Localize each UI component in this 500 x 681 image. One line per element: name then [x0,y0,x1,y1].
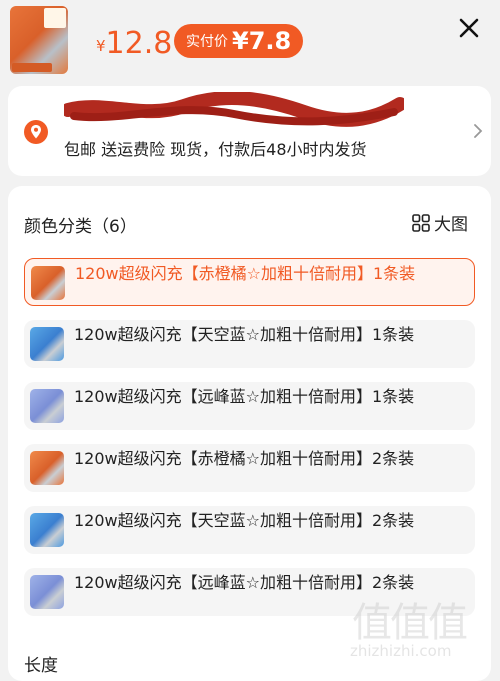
option-label: 120w超级闪充【赤橙橘☆加粗十倍耐用】2条装 [74,449,415,468]
color-category-title: 颜色分类（6） [24,217,137,237]
option-item[interactable]: 120w超级闪充【赤橙橘☆加粗十倍耐用】2条装 [24,444,475,492]
watermark-glyphs: 值值值 [352,600,468,646]
option-thumbnail [30,451,64,485]
address-card[interactable]: 包邮 送运费险 现货，付款后48小时内发货 [8,86,491,176]
original-price: ¥12.8 [96,26,172,61]
big-view-label: 大图 [434,215,468,235]
thumbnail-banner [12,63,52,72]
option-thumbnail [30,389,64,423]
big-view-button[interactable]: 大图 [412,210,468,235]
option-item[interactable]: 120w超级闪充【天空蓝☆加粗十倍耐用】2条装 [24,506,475,554]
watermark: 值值值 zhizhizhi.com [348,590,498,670]
option-thumbnail [30,327,64,361]
watermark-url: zhizhizhi.com [350,642,452,660]
option-item[interactable]: 120w超级闪充【赤橙橘☆加粗十倍耐用】1条装 [24,258,475,306]
actual-price-currency: ¥ [232,27,249,55]
thumbnail-badge [44,8,66,28]
product-thumbnail[interactable] [10,6,68,74]
option-label: 120w超级闪充【赤橙橘☆加粗十倍耐用】1条装 [75,264,416,283]
actual-price-label: 实付价 [186,34,228,50]
option-label: 120w超级闪充【天空蓝☆加粗十倍耐用】1条装 [74,325,415,344]
price-value: 12.8 [105,26,173,61]
option-thumbnail [30,513,64,547]
option-label: 120w超级闪充【天空蓝☆加粗十倍耐用】2条装 [74,511,415,530]
redacted-address [64,92,404,127]
option-label: 120w超级闪充【远峰蓝☆加粗十倍耐用】1条装 [74,387,415,406]
length-title: 长度 [24,656,58,676]
price-currency: ¥ [96,37,106,55]
actual-price-badge: 实付价 ¥ 7.8 [174,24,304,58]
grid-icon [412,213,430,232]
actual-price-value: 7.8 [248,27,292,55]
shipping-info: 包邮 送运费险 现货，付款后48小时内发货 [64,140,367,159]
option-item[interactable]: 120w超级闪充【远峰蓝☆加粗十倍耐用】1条装 [24,382,475,430]
close-icon[interactable] [455,14,483,42]
chevron-right-icon[interactable] [472,122,484,140]
option-item[interactable]: 120w超级闪充【天空蓝☆加粗十倍耐用】1条装 [24,320,475,368]
location-pin-icon [24,120,48,144]
option-thumbnail [30,575,64,609]
price-header: ¥12.8 实付价 ¥ 7.8 [0,0,500,80]
option-thumbnail [31,266,65,300]
